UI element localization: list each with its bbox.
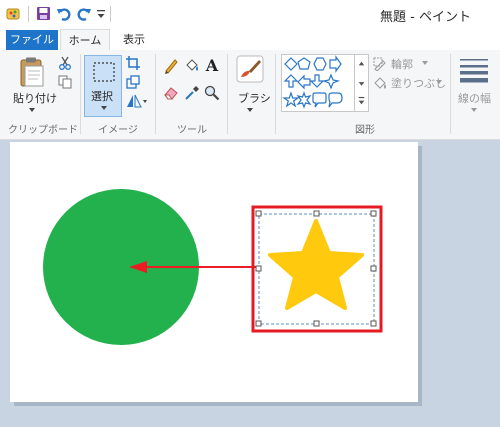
select-dropdown-icon [101, 106, 107, 110]
shapes-group-label: 図形 [355, 125, 375, 136]
save-icon[interactable] [36, 6, 51, 21]
select-icon [93, 62, 115, 82]
fill-shape-dropdown-icon[interactable] [436, 80, 442, 84]
outline-icon[interactable] [373, 57, 387, 71]
image-group-label: イメージ [98, 125, 138, 136]
copy-icon[interactable] [58, 75, 72, 89]
drawing-canvas[interactable] [10, 142, 418, 402]
brush-dropdown-icon[interactable] [247, 108, 253, 112]
clipboard-group-label: クリップボード [8, 125, 78, 136]
brush-icon[interactable] [236, 55, 264, 83]
size-dropdown-icon[interactable] [471, 108, 477, 112]
quick-access-separator [28, 6, 29, 22]
paste-dropdown-icon[interactable] [29, 108, 35, 112]
tools-group-label: ツール [177, 125, 207, 136]
size-label[interactable]: 線の幅 [458, 90, 491, 106]
ribbon: 貼り付け クリップボード 選択 イメージ A ツール ブラシ 輪郭 塗りつぶし … [0, 50, 500, 140]
tab-file[interactable]: ファイル [6, 30, 58, 50]
customize-quick-access-icon[interactable] [96, 8, 106, 20]
redo-icon[interactable] [76, 6, 92, 21]
crop-icon[interactable] [126, 56, 140, 70]
tab-view[interactable]: 表示 [114, 30, 154, 50]
pencil-icon[interactable] [163, 58, 179, 74]
eraser-icon[interactable] [163, 86, 179, 100]
window-title: 無題 - ペイント [380, 10, 471, 25]
magnifier-icon[interactable] [204, 85, 220, 101]
canvas-drawing[interactable] [10, 142, 418, 402]
paint-app-icon[interactable] [6, 7, 22, 21]
select-button[interactable]: 選択 [84, 55, 122, 117]
rotate-icon[interactable] [126, 94, 148, 108]
undo-icon[interactable] [56, 6, 72, 21]
paste-button-label[interactable]: 貼り付け [13, 90, 57, 106]
group-divider [275, 54, 276, 134]
resize-icon[interactable] [126, 75, 140, 89]
paste-icon[interactable] [18, 56, 46, 88]
brush-label[interactable]: ブラシ [238, 90, 271, 106]
group-divider [155, 54, 156, 134]
outline-label[interactable]: 輪郭 [391, 56, 413, 72]
select-label: 選択 [91, 90, 113, 103]
color-picker-icon[interactable] [184, 85, 200, 101]
cut-icon[interactable] [58, 56, 72, 70]
yellow-star [268, 219, 364, 310]
fill-shape-icon[interactable] [373, 76, 387, 90]
text-icon[interactable]: A [204, 57, 220, 75]
group-divider [227, 54, 228, 134]
shapes-gallery-scroll[interactable] [354, 54, 368, 112]
tab-home[interactable]: ホーム [60, 29, 110, 50]
fill-icon[interactable] [184, 58, 200, 74]
group-divider [450, 54, 451, 134]
outline-dropdown-icon[interactable] [422, 61, 428, 65]
quick-access-separator [110, 6, 111, 22]
size-icon[interactable] [459, 56, 489, 84]
group-divider [80, 54, 81, 134]
